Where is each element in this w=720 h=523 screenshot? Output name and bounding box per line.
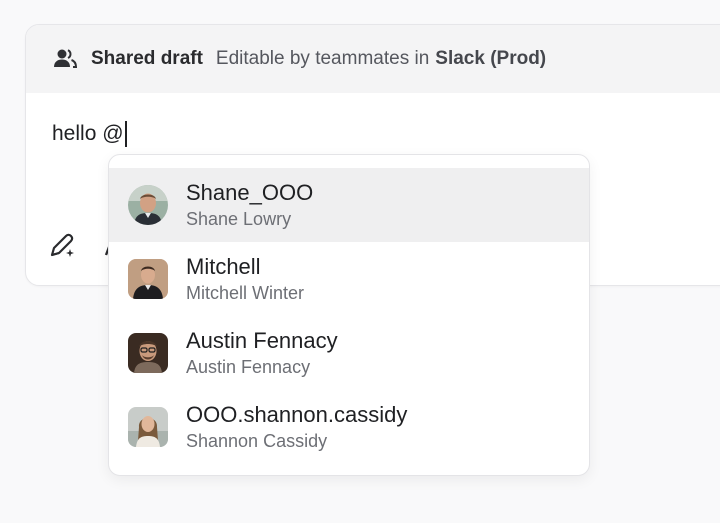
mention-item-austin[interactable]: Austin Fennacy Austin Fennacy [109, 316, 589, 390]
card-header: Shared draft Editable by teammates in Sl… [26, 25, 720, 93]
pen-sparkle-icon[interactable] [47, 231, 77, 261]
mention-dropdown: Shane_OOO Shane Lowry Mitchell Mitchell … [108, 154, 590, 476]
mention-item-mitchell[interactable]: Mitchell Mitchell Winter [109, 242, 589, 316]
mention-fullname: Shannon Cassidy [186, 431, 328, 451]
avatar-mitchell [128, 259, 168, 299]
mention-handle: Austin Fennacy [186, 328, 338, 353]
text-caret [124, 121, 127, 147]
mention-item-shannon[interactable]: OOO.shannon.cassidy Shannon Cassidy [109, 390, 589, 464]
editor-text: hello @ [52, 122, 124, 145]
mention-handle: Mitchell [186, 254, 261, 279]
mention-fullname: Shane Lowry [186, 209, 292, 229]
draft-title: Shared draft [91, 48, 203, 69]
avatar-austin [128, 333, 168, 373]
draft-description: Editable by teammates in [215, 48, 430, 69]
mention-handle: OOO.shannon.cassidy [186, 402, 408, 427]
workspace-name: Slack (Prod) [435, 48, 547, 69]
mention-item-shane[interactable]: Shane_OOO Shane Lowry [109, 168, 589, 242]
avatar-shane [128, 185, 168, 225]
message-editor[interactable]: hello @ [52, 121, 127, 147]
mention-fullname: Mitchell Winter [186, 283, 305, 303]
mention-fullname: Austin Fennacy [186, 357, 311, 377]
avatar-shannon [128, 407, 168, 447]
people-icon [52, 46, 78, 72]
mention-handle: Shane_OOO [186, 180, 314, 205]
